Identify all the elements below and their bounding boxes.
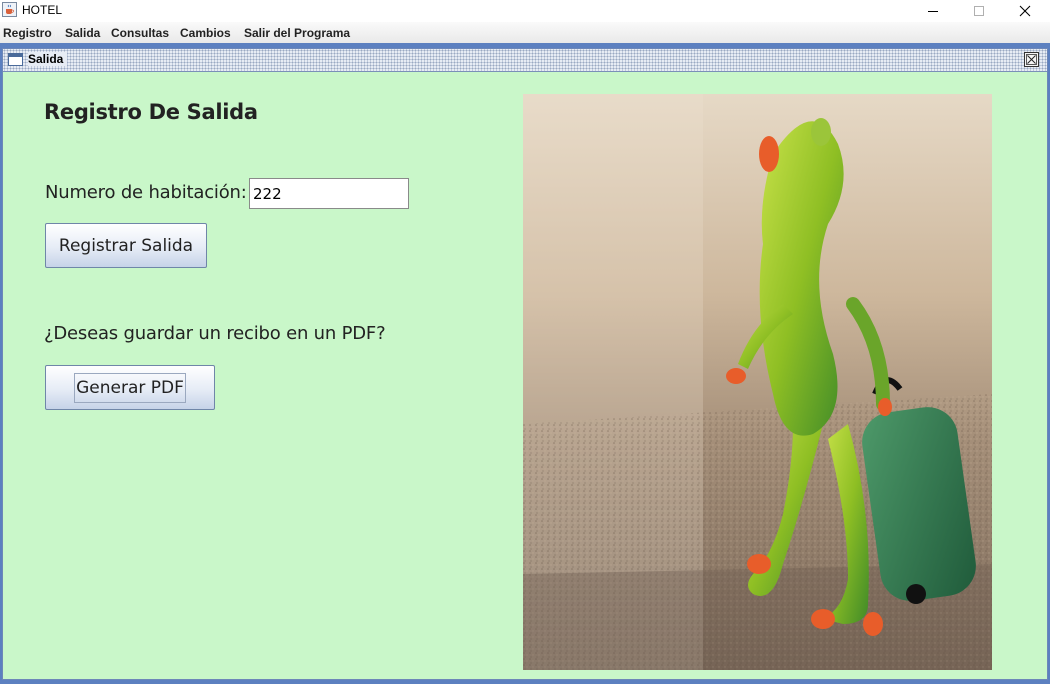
java-cup-icon	[2, 2, 17, 17]
menu-bar: Registro Salida Consultas Cambios Salir …	[0, 22, 1050, 43]
close-icon	[1026, 54, 1037, 65]
minimize-button[interactable]	[911, 0, 957, 22]
frame-icon	[8, 53, 23, 66]
frog-figurine-illustration	[523, 94, 992, 670]
internal-frame-salida: Salida Registro De Salida Numero de habi…	[2, 48, 1048, 680]
register-checkout-button[interactable]: Registrar Salida	[45, 223, 207, 268]
pdf-question-label: ¿Deseas guardar un recibo en un PDF?	[44, 323, 386, 344]
menu-salir[interactable]: Salir del Programa	[244, 26, 350, 40]
room-number-input[interactable]	[249, 178, 409, 209]
internal-frame-close-button[interactable]	[1024, 52, 1039, 67]
room-number-label: Numero de habitación:	[45, 182, 247, 203]
frog-suitcase-image	[523, 94, 992, 670]
menu-salida[interactable]: Salida	[65, 26, 100, 40]
desktop-pane: Salida Registro De Salida Numero de habi…	[0, 43, 1050, 684]
internal-frame-title-bar[interactable]: Salida	[3, 49, 1047, 72]
minimize-icon	[928, 11, 938, 12]
generate-pdf-button[interactable]: Generar PDF	[45, 365, 215, 410]
window-title: HOTEL	[22, 3, 63, 17]
page-title: Registro De Salida	[44, 100, 258, 124]
maximize-button[interactable]	[957, 0, 1003, 22]
window-title-bar: HOTEL	[0, 0, 1050, 22]
menu-cambios[interactable]: Cambios	[180, 26, 231, 40]
form-panel: Registro De Salida Numero de habitación:…	[3, 71, 1047, 679]
close-button[interactable]	[1003, 0, 1049, 22]
register-checkout-label: Registrar Salida	[58, 235, 194, 256]
internal-frame-title: Salida	[28, 52, 68, 66]
close-icon	[1019, 5, 1031, 17]
menu-consultas[interactable]: Consultas	[111, 26, 169, 40]
maximize-icon	[974, 6, 984, 16]
generate-pdf-label: Generar PDF	[74, 372, 186, 403]
menu-registro[interactable]: Registro	[3, 26, 52, 40]
